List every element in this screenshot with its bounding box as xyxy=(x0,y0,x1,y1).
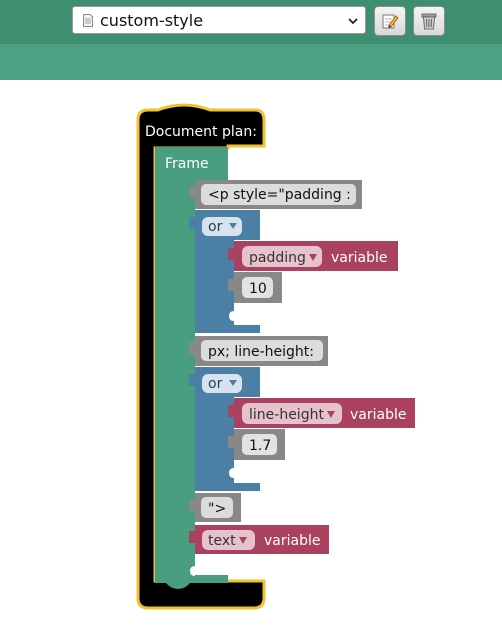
frame-label: Frame xyxy=(165,156,209,172)
document-icon xyxy=(83,14,93,27)
line-height-default-block[interactable]: 1.7 xyxy=(228,429,285,460)
string-block-2[interactable]: px; line-height: xyxy=(189,336,328,366)
padding-variable-name: padding xyxy=(249,250,306,266)
file-select[interactable]: custom-style xyxy=(72,6,366,34)
or-block-1-label: or xyxy=(208,219,223,235)
text-variable-suffix: variable xyxy=(264,533,320,549)
pencil-edit-icon xyxy=(382,14,399,29)
trash-icon xyxy=(421,13,437,30)
document-plan-label: Document plan: xyxy=(145,124,257,140)
text-variable-name: text xyxy=(208,533,236,549)
or-block-1[interactable]: or xyxy=(189,210,260,333)
string-block-1-value: <p style="padding : xyxy=(208,187,351,203)
edit-button[interactable] xyxy=(374,6,406,36)
string-block-3[interactable]: "> xyxy=(189,493,241,522)
text-variable-block[interactable]: text variable xyxy=(189,525,329,554)
toolbar: custom-style xyxy=(0,0,502,44)
line-height-variable-name: line-height xyxy=(249,407,324,423)
line-height-variable-suffix: variable xyxy=(350,407,406,423)
secondary-toolbar xyxy=(0,44,502,80)
chevron-down-icon xyxy=(348,18,358,25)
block-canvas: Document plan: Frame <p style="padding :… xyxy=(136,103,415,610)
string-block-2-value: px; line-height: xyxy=(208,344,314,360)
string-block-3-value: "> xyxy=(208,501,226,517)
padding-default-value: 10 xyxy=(249,281,267,297)
line-height-variable-block[interactable]: line-height variable xyxy=(228,398,415,428)
line-height-default-value: 1.7 xyxy=(249,438,271,454)
or-block-2-label: or xyxy=(208,376,223,392)
string-block-1[interactable]: <p style="padding : xyxy=(189,180,362,209)
padding-variable-suffix: variable xyxy=(331,250,387,266)
delete-button[interactable] xyxy=(413,6,445,36)
padding-variable-block[interactable]: padding variable xyxy=(228,241,398,271)
padding-default-block[interactable]: 10 xyxy=(228,272,282,303)
block-workspace[interactable]: Document plan: Frame <p style="padding :… xyxy=(0,80,502,641)
file-select-value: custom-style xyxy=(100,11,204,30)
